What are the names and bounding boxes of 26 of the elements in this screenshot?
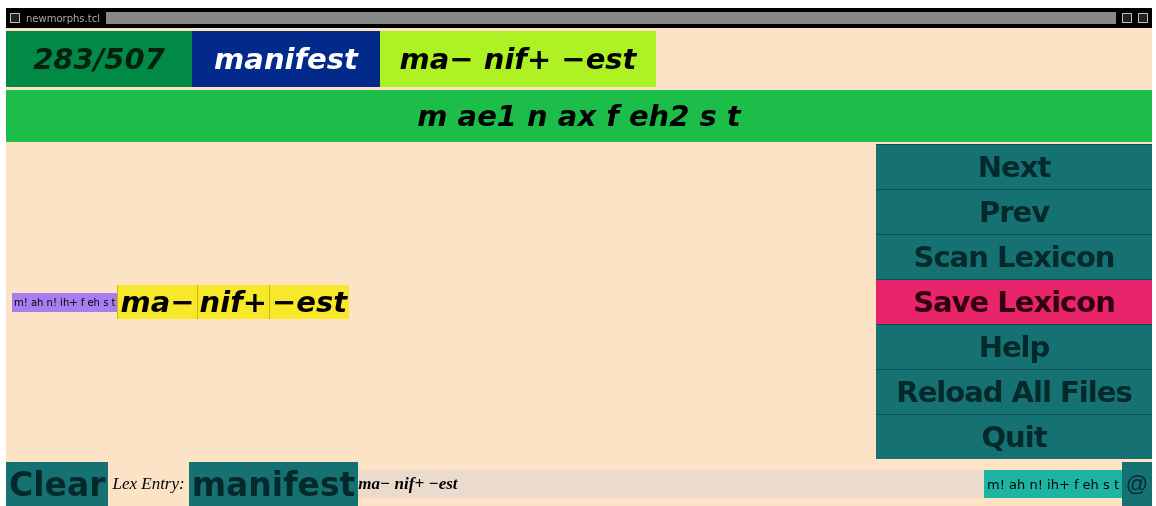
clear-button[interactable]: Clear <box>6 462 109 506</box>
word-button[interactable]: manifest <box>188 462 359 506</box>
lex-entry-label: Lex Entry: <box>111 474 186 494</box>
phone-string: m! ah n! ih+ f eh s t <box>984 470 1122 498</box>
morph-analysis: ma− nif+ −est <box>380 31 656 87</box>
lex-entry-field[interactable]: ma− nif+ −est m! ah n! ih+ f eh s t <box>358 470 1122 498</box>
morph-segment: −est <box>269 285 350 319</box>
lex-entry-value: ma− nif+ −est <box>358 474 458 494</box>
command-button[interactable]: Save Lexicon <box>876 279 1152 324</box>
current-word: manifest <box>192 31 380 87</box>
window-title: newmorphs.tcl <box>26 12 100 24</box>
command-button[interactable]: Next <box>876 144 1152 189</box>
maximize-icon[interactable] <box>1122 13 1132 23</box>
morph-segment: nif+ <box>196 285 270 319</box>
minimize-icon[interactable] <box>1138 13 1148 23</box>
phone-string: m! ah n! ih+ f eh s t <box>12 292 118 312</box>
pronunciation: m ae1 n ax f eh2 s t <box>6 90 1152 142</box>
command-button[interactable]: Quit <box>876 414 1152 459</box>
command-button[interactable]: Help <box>876 324 1152 369</box>
at-button[interactable]: @ <box>1122 462 1152 506</box>
word-counter: 283/507 <box>6 31 192 87</box>
command-button[interactable]: Scan Lexicon <box>876 234 1152 279</box>
window-menu-icon[interactable] <box>10 13 20 23</box>
command-button[interactable]: Reload All Files <box>876 369 1152 414</box>
morph-segment: ma− <box>117 285 197 319</box>
command-button[interactable]: Prev <box>876 189 1152 234</box>
